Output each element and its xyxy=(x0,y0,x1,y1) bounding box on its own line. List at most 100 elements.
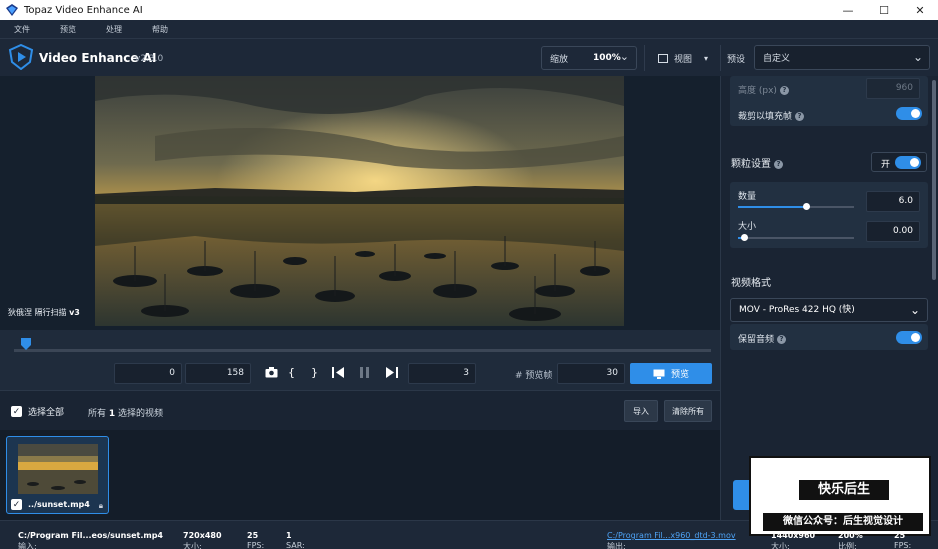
size-slider[interactable] xyxy=(738,234,854,241)
divider xyxy=(720,45,721,71)
mark-in-icon[interactable]: { xyxy=(288,366,295,379)
sar-label: SAR: xyxy=(286,541,305,549)
maximize-button[interactable]: ☐ xyxy=(866,0,902,20)
topaz-logo-icon xyxy=(6,4,18,16)
step-back-icon[interactable] xyxy=(332,367,345,378)
selection-prefix: 所有 xyxy=(88,409,107,419)
input-info: 输入: C:/Program Fil...eos/sunset.mp4 xyxy=(18,531,163,549)
out-size-value: 1440x960 xyxy=(771,531,816,540)
pause-icon[interactable] xyxy=(359,367,370,378)
chevron-down-icon: ⌄ xyxy=(619,50,629,63)
model-name: 狄俄涅 隔行扫描 xyxy=(8,308,67,317)
grain-card: 数量 6.0 大小 0.00 xyxy=(730,182,928,248)
amount-slider[interactable] xyxy=(738,203,854,210)
fps-label: FPS: xyxy=(247,541,265,549)
start-frame-input[interactable]: 0 xyxy=(114,363,182,384)
preset-select[interactable]: 自定义 ⌄ xyxy=(754,45,930,70)
ratio-value: 200% xyxy=(838,531,863,540)
audio-card: 保留音频? xyxy=(730,324,928,350)
minimize-button[interactable]: — xyxy=(830,0,866,20)
fps-value: 25 xyxy=(247,531,259,540)
video-preview[interactable]: 狄俄涅 隔行扫描 v3 xyxy=(0,76,720,330)
menu-help[interactable]: 帮助 xyxy=(152,24,168,35)
preview-button[interactable]: 预览 xyxy=(630,363,712,384)
checkmark-icon[interactable]: ✓ xyxy=(11,499,22,510)
audio-label: 保留音频? xyxy=(738,332,787,345)
import-button[interactable]: 导入 xyxy=(624,400,658,422)
output-path-link[interactable]: C:/Program Fil...x960_dtd-3.mov xyxy=(607,531,736,540)
timeline-playhead[interactable] xyxy=(20,338,31,350)
frame-step-input[interactable]: 3 xyxy=(408,363,476,384)
close-button[interactable]: ✕ xyxy=(902,0,938,20)
size-slider-knob[interactable] xyxy=(740,234,748,241)
camera-icon[interactable] xyxy=(265,367,278,378)
menu-file[interactable]: 文件 xyxy=(14,24,30,35)
video-queue: ✓ ../sunset.mp4 🔒︎ xyxy=(0,430,720,520)
selection-summary: 所有 1 选择的视频 xyxy=(88,406,163,419)
end-frame-input[interactable]: 158 xyxy=(185,363,251,384)
size-label: 大小: xyxy=(183,542,202,549)
crop-toggle[interactable] xyxy=(896,107,922,120)
lock-icon: 🔒︎ xyxy=(98,501,103,510)
watermark-subtitle: 微信公众号：后生视觉设计 xyxy=(763,513,923,531)
amount-slider-knob[interactable] xyxy=(803,203,811,210)
watermark: 快乐后生 微信公众号：后生视觉设计 xyxy=(749,456,931,536)
monitor-icon xyxy=(653,369,665,379)
view-label: 视图 xyxy=(674,54,693,65)
grain-toggle[interactable] xyxy=(895,156,921,169)
video-list-toolbar: ✓ 选择全部 所有 1 选择的视频 导入 清除所有 xyxy=(0,390,720,430)
video-thumbnail xyxy=(18,444,98,494)
caret-down-icon: ▾ xyxy=(704,53,709,63)
select-all-checkbox[interactable]: ✓ 选择全部 xyxy=(11,405,64,418)
queue-item-name: ✓ ../sunset.mp4 xyxy=(11,499,90,510)
split-view-icon xyxy=(658,53,668,63)
checkmark-icon: ✓ xyxy=(11,406,22,417)
ai-model-label: 狄俄涅 隔行扫描 v3 xyxy=(8,307,80,318)
size-input[interactable]: 0.00 xyxy=(866,221,920,242)
selection-count: 1 xyxy=(108,409,116,419)
timeline xyxy=(0,330,720,358)
output-fps: FPS: 25 xyxy=(894,531,911,549)
help-icon[interactable]: ? xyxy=(774,159,783,169)
height-input[interactable]: 960 xyxy=(866,78,920,99)
amount-input[interactable]: 6.0 xyxy=(866,191,920,212)
queue-item[interactable]: ✓ ../sunset.mp4 🔒︎ xyxy=(6,436,109,514)
timeline-track[interactable] xyxy=(14,349,711,352)
play-shield-icon xyxy=(8,44,34,70)
height-label: 高度 (px)? xyxy=(738,83,789,96)
preview-frames-input[interactable]: 30 xyxy=(557,363,625,384)
size-label: 大小 xyxy=(738,222,757,232)
zoom-label: 缩放 xyxy=(550,54,569,65)
grain-switch-label: 开 xyxy=(881,160,891,170)
audio-toggle[interactable] xyxy=(896,331,922,344)
selection-suffix: 选择的视频 xyxy=(118,409,164,419)
step-forward-icon[interactable] xyxy=(385,367,398,378)
size-value: 720x480 xyxy=(183,531,222,540)
input-sar: SAR: 1 xyxy=(286,531,305,549)
output-label: 输出: xyxy=(607,542,626,549)
window-title: Topaz Video Enhance AI xyxy=(24,4,143,16)
grain-switch[interactable]: 开 xyxy=(871,152,927,172)
audio-label-text: 保留音频 xyxy=(738,335,775,345)
help-icon[interactable]: ? xyxy=(795,112,805,121)
zoom-select[interactable]: 缩放 100% ⌄ xyxy=(541,46,637,70)
clear-all-button[interactable]: 清除所有 xyxy=(664,400,712,422)
amount-slider-fill xyxy=(738,206,807,208)
menu-preview[interactable]: 预览 xyxy=(60,24,76,35)
help-icon[interactable]: ? xyxy=(779,86,789,95)
input-path: C:/Program Fil...eos/sunset.mp4 xyxy=(18,531,163,540)
out-size-label: 大小: xyxy=(771,542,790,549)
watermark-title: 快乐后生 xyxy=(799,480,889,500)
output-info: 输出: C:/Program Fil...x960_dtd-3.mov xyxy=(607,531,736,549)
chevron-down-icon: ⌄ xyxy=(912,50,923,64)
output-ratio: 比例: 200% xyxy=(838,531,863,549)
queue-item-filename: ../sunset.mp4 xyxy=(28,500,90,509)
height-label-text: 高度 (px) xyxy=(738,86,777,96)
panel-scrollbar[interactable] xyxy=(932,80,936,280)
help-icon[interactable]: ? xyxy=(777,335,787,344)
mark-out-icon[interactable]: } xyxy=(311,366,318,379)
view-toggle[interactable]: 视图 ▾ xyxy=(650,46,715,70)
format-select[interactable]: MOV - ProRes 422 HQ (快) ⌄ xyxy=(730,298,928,322)
menu-process[interactable]: 处理 xyxy=(106,24,122,35)
zoom-value: 100% xyxy=(593,53,621,63)
